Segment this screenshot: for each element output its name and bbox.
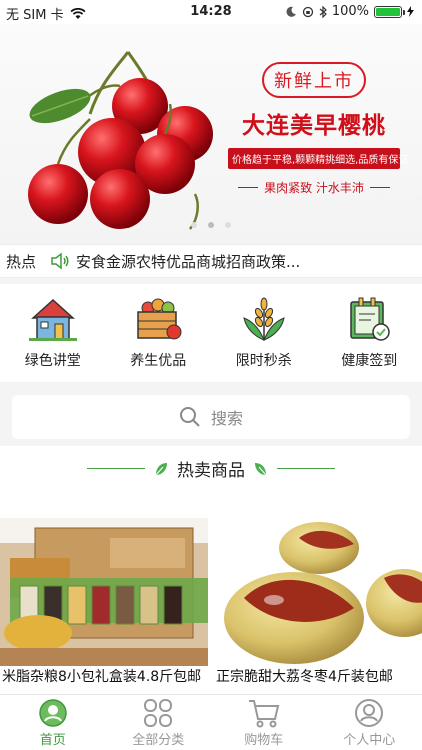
moon-icon <box>286 6 296 17</box>
tab-label: 个人中心 <box>343 733 396 748</box>
product-image-winter-jujube <box>214 518 422 666</box>
battery-icon <box>374 5 405 18</box>
quick-nav-health-products[interactable]: 养生优品 <box>106 284 212 382</box>
rotation-lock-icon <box>302 6 313 17</box>
hot-label: 热点 <box>6 252 37 271</box>
home-icon <box>39 699 67 727</box>
battery-percent: 100% <box>331 4 369 19</box>
banner-footer: 果肉紧致 汁水丰沛 <box>228 179 400 196</box>
wheat-icon <box>243 297 285 341</box>
leaf-icon <box>255 462 267 475</box>
promo-banner[interactable]: 新鲜上市 大连美早樱桃 价格趋于平稳,颗颗精挑细选,品质有保证 果肉紧致 汁水丰… <box>0 24 422 240</box>
product-card[interactable]: 米脂杂粮8小包礼盒装4.8斤包邮 <box>0 518 208 698</box>
tab-label: 首页 <box>39 733 66 748</box>
carousel-dots[interactable] <box>0 213 422 232</box>
search-input[interactable]: 搜索 <box>12 395 410 439</box>
tab-categories[interactable]: 全部分类 <box>106 695 212 750</box>
hot-news-bar[interactable]: 热点 安食金源农特优品商城招商政策... <box>0 244 422 278</box>
tab-label: 全部分类 <box>132 733 185 748</box>
divider <box>277 468 335 469</box>
banner-tag: 新鲜上市 <box>262 62 366 98</box>
tab-bar: 首页 全部分类 购物车 个人中心 <box>0 694 422 750</box>
search-icon <box>179 407 200 427</box>
hot-news-text[interactable]: 安食金源农特优品商城招商政策... <box>76 251 300 272</box>
section-header: 热卖商品 <box>0 456 422 481</box>
tab-home[interactable]: 首页 <box>0 695 106 750</box>
charging-icon <box>407 6 414 17</box>
categories-icon <box>144 699 173 727</box>
divider <box>87 468 145 469</box>
tab-label: 购物车 <box>244 733 284 748</box>
banner-text-block: 新鲜上市 大连美早樱桃 价格趋于平稳,颗颗精挑细选,品质有保证 果肉紧致 汁水丰… <box>228 62 408 196</box>
banner-subtitle: 价格趋于平稳,颗颗精挑细选,品质有保证 <box>228 148 408 169</box>
status-right: 100% <box>286 4 414 19</box>
quick-nav-flash-sale[interactable]: 限时秒杀 <box>211 284 317 382</box>
carousel-dot[interactable] <box>225 222 232 228</box>
product-name: 正宗脆甜大荔冬枣4斤装包邮 <box>216 669 393 685</box>
search-placeholder: 搜索 <box>210 409 243 428</box>
tab-profile[interactable]: 个人中心 <box>317 695 422 750</box>
fruit-basket-icon <box>137 298 182 340</box>
quick-nav-label: 养生优品 <box>130 353 187 369</box>
quick-nav-green-lecture[interactable]: 绿色讲堂 <box>0 284 106 382</box>
banner-footer-text: 果肉紧致 汁水丰沛 <box>264 181 364 195</box>
carousel-dot[interactable] <box>190 222 197 228</box>
cart-icon <box>248 700 280 728</box>
house-icon <box>28 298 77 341</box>
section-title: 热卖商品 <box>177 461 245 481</box>
leaf-icon <box>155 462 167 475</box>
quick-nav-label: 限时秒杀 <box>235 353 292 369</box>
quick-nav: 绿色讲堂 养生优品 限时秒杀 健康签到 <box>0 284 422 382</box>
status-bar: 无 SIM 卡 14:28 100% <box>0 0 422 24</box>
bluetooth-icon <box>319 5 327 18</box>
banner-title: 大连美早樱桃 <box>242 113 386 139</box>
quick-nav-label: 绿色讲堂 <box>24 353 81 369</box>
checkin-board-icon <box>350 297 390 341</box>
product-list: 米脂杂粮8小包礼盒装4.8斤包邮 正宗脆甜大荔冬枣4斤装包邮 <box>0 518 422 698</box>
profile-icon <box>355 699 384 727</box>
tab-cart[interactable]: 购物车 <box>211 695 317 750</box>
quick-nav-health-checkin[interactable]: 健康签到 <box>317 284 422 382</box>
quick-nav-label: 健康签到 <box>341 353 398 369</box>
product-card[interactable]: 正宗脆甜大荔冬枣4斤装包邮 <box>214 518 422 698</box>
product-name: 米脂杂粮8小包礼盒装4.8斤包邮 <box>2 669 202 685</box>
product-image-grain-gift-box <box>0 518 208 666</box>
cherries-image <box>28 51 213 230</box>
search-area: 搜索 <box>0 390 422 446</box>
carousel-dot-active[interactable] <box>208 222 214 228</box>
speaker-icon <box>51 252 69 270</box>
